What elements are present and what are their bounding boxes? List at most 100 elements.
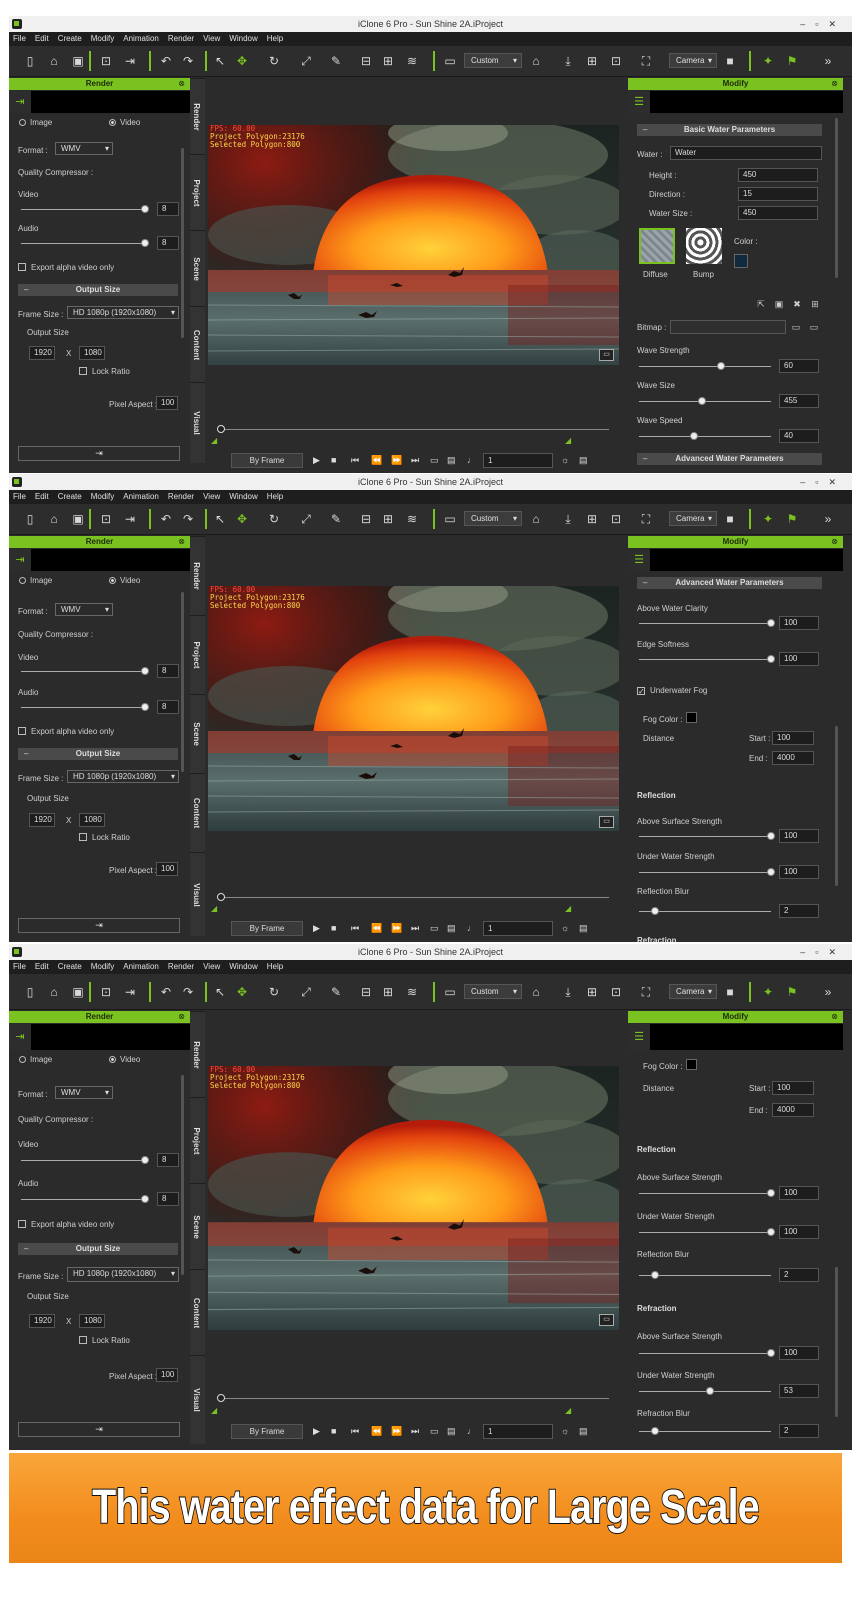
timeline-thumb[interactable] — [217, 1394, 225, 1402]
frame-input[interactable]: 1 — [483, 921, 553, 936]
menu-modify[interactable]: Modify — [91, 962, 115, 971]
render-export-button[interactable]: ⇥ — [18, 918, 180, 933]
water-name-field[interactable]: Water — [670, 146, 822, 160]
export-render-icon[interactable]: ⇥ — [9, 1024, 31, 1050]
height-input[interactable]: 450 — [738, 168, 818, 182]
reflection-blur-slider[interactable] — [639, 907, 771, 915]
pick-icon[interactable]: ✎ — [329, 54, 343, 68]
by-frame-button[interactable]: By Frame — [231, 921, 303, 936]
export-alpha-checkbox[interactable]: Export alpha video only — [18, 1220, 114, 1229]
save-icon[interactable]: ▣ — [71, 985, 85, 999]
close-icon[interactable]: ⊗ — [831, 536, 838, 548]
undo-icon[interactable]: ↶ — [159, 512, 173, 526]
export-render-icon[interactable]: ⇥ — [9, 91, 31, 113]
more-icon[interactable]: » — [821, 54, 835, 68]
subtitle-icon[interactable]: ▤ — [447, 923, 456, 934]
align-icon[interactable]: ⊟ — [359, 512, 373, 526]
menu-file[interactable]: File — [13, 34, 26, 43]
tab-scene[interactable]: Scene — [190, 230, 205, 306]
loop-icon[interactable]: ▭ — [430, 923, 439, 934]
fit-icon[interactable]: ⛶ — [639, 54, 653, 68]
window-controls[interactable]: –▫✕ — [800, 16, 846, 32]
video-quality-input[interactable]: 8 — [157, 1153, 179, 1167]
align-icon[interactable]: ⊟ — [359, 54, 373, 68]
clear-icon[interactable]: ▭ — [808, 321, 820, 333]
export-icon[interactable]: ⇥ — [123, 985, 137, 999]
stop-icon[interactable]: ■ — [331, 455, 336, 466]
tab-project[interactable]: Project — [190, 154, 205, 230]
close-icon[interactable]: ⊗ — [178, 78, 185, 90]
play-icon[interactable]: ▶ — [313, 1426, 320, 1437]
stop-icon[interactable]: ■ — [331, 1426, 336, 1437]
screen-icon[interactable]: ▭ — [599, 816, 614, 828]
above-water-clarity-input[interactable]: 100 — [779, 616, 819, 630]
audio-input[interactable]: 8 — [157, 700, 179, 714]
menu-create[interactable]: Create — [58, 962, 82, 971]
tab-visual[interactable]: Visual — [190, 1355, 205, 1444]
frame-icon[interactable]: ⊞ — [585, 54, 599, 68]
distribute-icon[interactable]: ⊞ — [381, 54, 395, 68]
direction-input[interactable]: 15 — [738, 187, 818, 201]
move-icon[interactable]: ✥ — [235, 54, 249, 68]
rewind-icon[interactable]: ⏪ — [371, 923, 382, 934]
window-controls[interactable]: –▫✕ — [800, 944, 846, 960]
menu-view[interactable]: View — [203, 962, 220, 971]
audio-slider[interactable] — [21, 1195, 149, 1203]
forward-icon[interactable]: ⏩ — [391, 455, 402, 466]
eye-icon[interactable]: ≋ — [405, 54, 419, 68]
save-icon[interactable]: ▣ — [773, 298, 785, 310]
timeline-icon[interactable]: ▤ — [579, 455, 588, 466]
menu-file[interactable]: File — [13, 962, 26, 971]
settings-icon[interactable]: ☼ — [561, 923, 569, 934]
refraction-blur-slider[interactable] — [639, 1427, 771, 1435]
end-marker[interactable]: ◢ — [565, 436, 571, 445]
timeline-slider[interactable] — [217, 893, 609, 901]
music-icon[interactable]: ♩ — [467, 923, 476, 934]
pixel-aspect-input[interactable]: 100 — [156, 862, 178, 876]
home-icon[interactable]: ⌂ — [529, 985, 543, 999]
image-radio[interactable]: Image — [19, 1055, 52, 1064]
open-folder-icon[interactable]: ⌂ — [47, 54, 61, 68]
wave-size-input[interactable]: 455 — [779, 394, 819, 408]
import-icon[interactable]: ⊡ — [99, 512, 113, 526]
download-icon[interactable]: ⤓ — [561, 985, 575, 999]
wave-speed-input[interactable]: 40 — [779, 429, 819, 443]
open-folder-icon[interactable]: ⌂ — [47, 985, 61, 999]
rewind-icon[interactable]: ⏪ — [371, 455, 382, 466]
fog-color-swatch[interactable] — [686, 1059, 697, 1070]
frame-size-field[interactable]: HD 1080p (1920x1080) — [67, 770, 179, 783]
frame-input[interactable]: 1 — [483, 453, 553, 468]
width-input[interactable]: 1920 — [29, 813, 55, 827]
home-icon[interactable]: ⌂ — [529, 512, 543, 526]
tab-scene[interactable]: Scene — [190, 694, 205, 773]
audio-slider[interactable] — [21, 703, 149, 711]
prev-key-icon[interactable]: ⏮ — [351, 455, 359, 466]
video-radio[interactable]: Video — [109, 576, 140, 585]
image-radio[interactable]: Image — [19, 118, 52, 127]
tab-render[interactable]: Render — [190, 78, 205, 154]
menu-help[interactable]: Help — [267, 962, 283, 971]
scrollbar[interactable] — [181, 148, 184, 338]
prev-key-icon[interactable]: ⏮ — [351, 1426, 359, 1437]
rotate-icon[interactable]: ↻ — [267, 985, 281, 999]
menu-window[interactable]: Window — [229, 492, 257, 501]
flag-icon[interactable]: ⚑ — [785, 54, 799, 68]
music-icon[interactable]: ♩ — [467, 455, 476, 466]
tab-render[interactable]: Render — [190, 1011, 205, 1097]
menu-file[interactable]: File — [13, 492, 26, 501]
view-mode-dropdown[interactable]: Custom — [464, 984, 522, 999]
tab-visual[interactable]: Visual — [190, 852, 205, 936]
reflection-blur-input[interactable]: 2 — [779, 1268, 819, 1282]
view-mode-dropdown[interactable]: Custom — [464, 511, 522, 526]
rotate-icon[interactable]: ↻ — [267, 54, 281, 68]
stop-icon[interactable]: ■ — [331, 923, 336, 934]
timeline-thumb[interactable] — [217, 425, 225, 433]
view-mode-dropdown[interactable]: Custom — [464, 53, 522, 68]
basic-water-header[interactable]: – Basic Water Parameters — [637, 124, 822, 136]
fog-end-input[interactable]: 4000 — [772, 751, 814, 765]
menu-edit[interactable]: Edit — [35, 34, 49, 43]
menu-render[interactable]: Render — [168, 492, 194, 501]
loop-icon[interactable]: ▭ — [430, 1426, 439, 1437]
pick-icon[interactable]: ✎ — [329, 985, 343, 999]
tab-visual[interactable]: Visual — [190, 382, 205, 463]
